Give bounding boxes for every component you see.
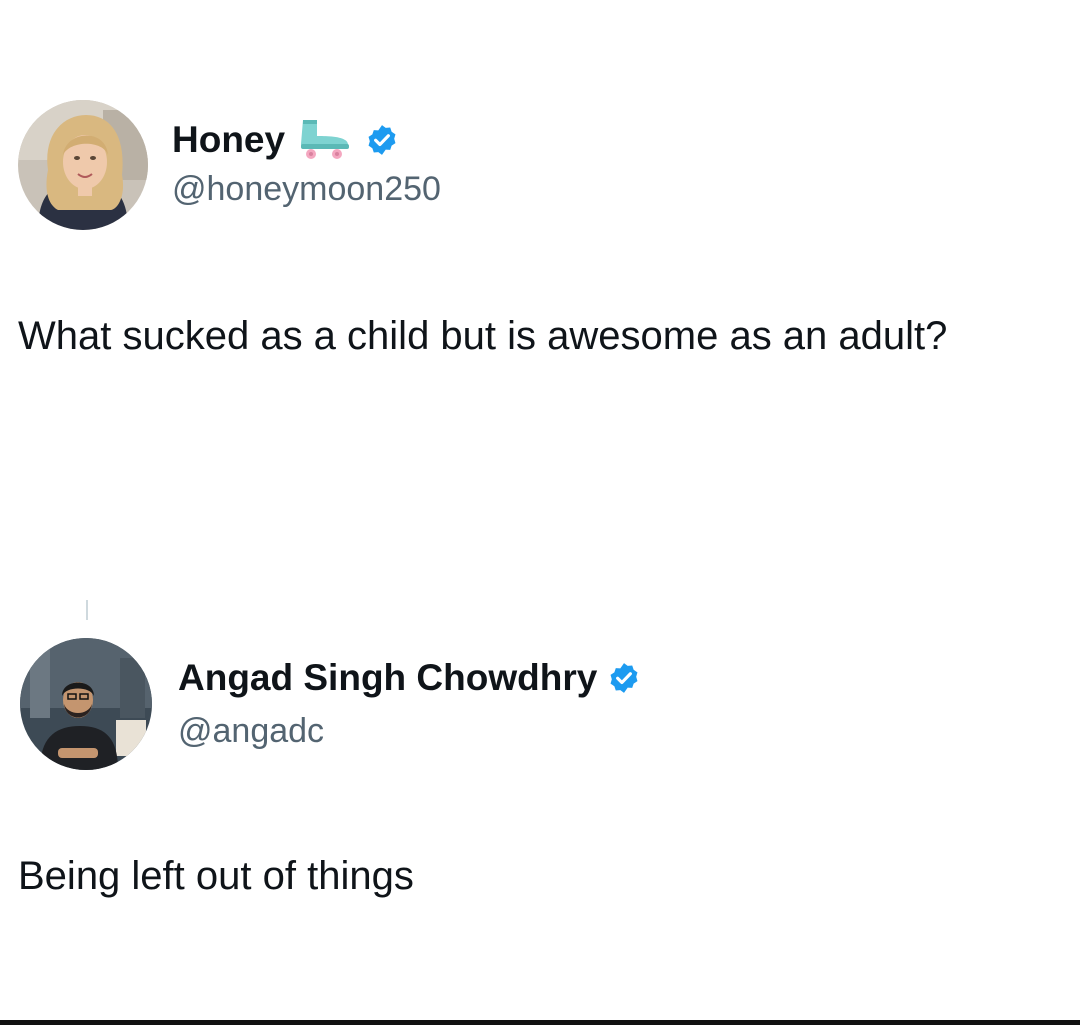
name-row-angad: Angad Singh Chowdhry [178,656,641,700]
bottom-divider [0,1020,1080,1025]
avatar-angad[interactable] [20,638,152,770]
verified-badge-icon [607,661,641,695]
tweet-reply[interactable]: Angad Singh Chowdhry @angadc Being left … [0,0,1080,1020]
display-name-angad[interactable]: Angad Singh Chowdhry [178,657,597,699]
handle-angad[interactable]: @angadc [178,712,324,751]
tweet-text-angad: Being left out of things [18,854,414,898]
avatar-angad-image [20,638,152,770]
